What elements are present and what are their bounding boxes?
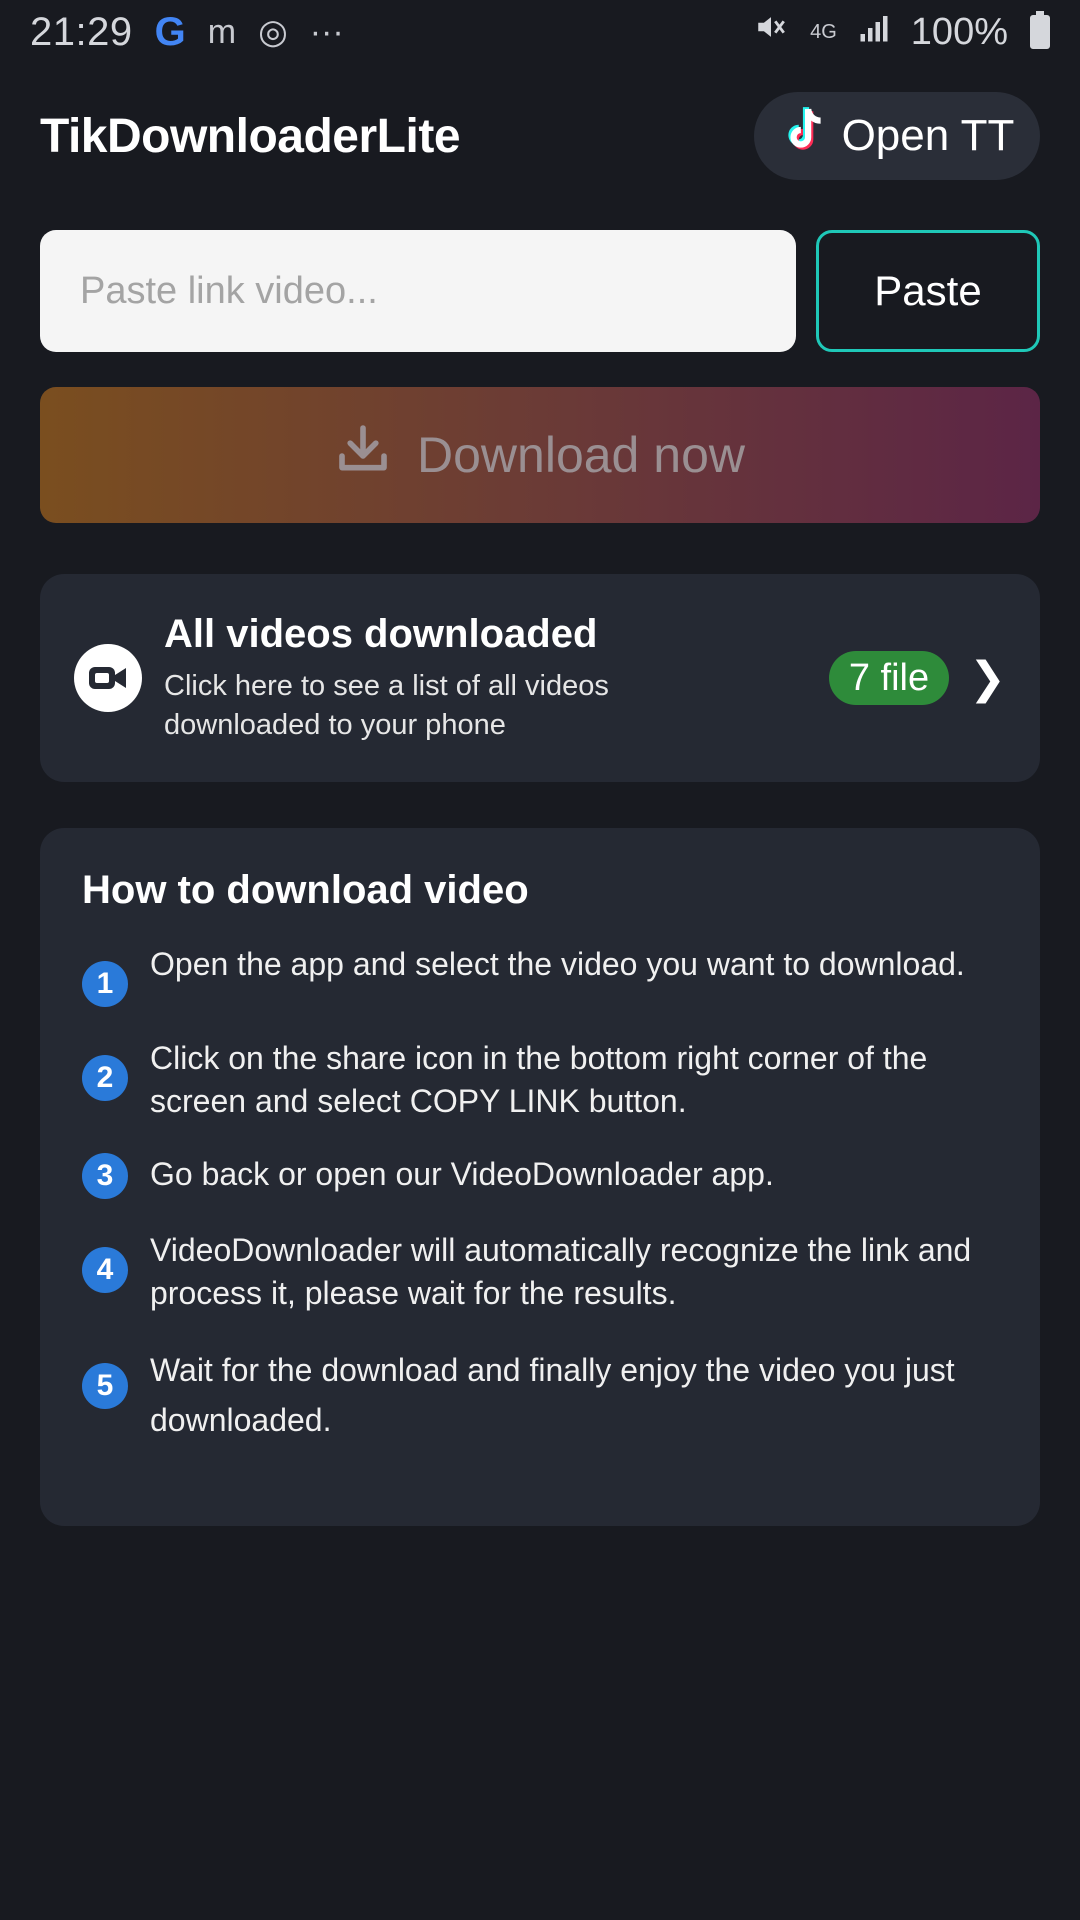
sync-icon: ◎ [258, 13, 288, 51]
tiktok-logo-icon [780, 105, 830, 168]
google-icon: G [154, 9, 186, 54]
all-videos-subtitle: Click here to see a list of all videos d… [164, 669, 609, 741]
all-videos-title: All videos downloaded [164, 611, 598, 656]
step-number-badge: 5 [82, 1363, 128, 1409]
step-number-badge: 4 [82, 1247, 128, 1293]
step-number-badge: 1 [82, 961, 128, 1007]
step-item: 1 Open the app and select the video you … [82, 943, 998, 1007]
link-input[interactable] [40, 230, 796, 352]
step-text: Wait for the download and finally enjoy … [150, 1352, 955, 1438]
status-left: 21:29 G m ◎ ··· [30, 10, 344, 55]
app-header: TikDownloaderLite Open TT [40, 92, 1040, 180]
messenger-icon: m [207, 12, 237, 51]
status-right: 4G 100% [754, 10, 1050, 54]
how-to-title: How to download video [82, 868, 529, 912]
download-now-label: Download now [417, 427, 745, 483]
open-tiktok-label: Open TT [841, 111, 1015, 160]
app-title: TikDownloaderLite [40, 109, 461, 163]
step-text: Go back or open our VideoDownloader app. [150, 1156, 774, 1192]
step-text: VideoDownloader will automatically recog… [150, 1232, 972, 1311]
chevron-right-icon: ❯ [969, 653, 1006, 703]
video-camera-icon [74, 644, 142, 712]
more-notifications-icon: ··· [309, 12, 344, 51]
all-videos-card[interactable]: All videos downloaded Click here to see … [40, 574, 1040, 782]
battery-percent: 100% [910, 10, 1008, 53]
network-type: 4G [810, 20, 837, 43]
step-item: 5 Wait for the download and finally enjo… [82, 1345, 998, 1445]
download-icon [335, 421, 391, 489]
file-count-badge: 7 file [828, 651, 950, 705]
open-tiktok-button[interactable]: Open TT [754, 92, 1040, 180]
step-item: 3 Go back or open our VideoDownloader ap… [82, 1153, 998, 1199]
status-time: 21:29 [30, 9, 133, 54]
battery-icon [1030, 11, 1050, 49]
status-bar: 21:29 G m ◎ ··· 4G 100% [0, 0, 1080, 64]
paste-button[interactable]: Paste [816, 230, 1040, 352]
step-item: 4 VideoDownloader will automatically rec… [82, 1229, 998, 1315]
step-text: Click on the share icon in the bottom ri… [150, 1040, 928, 1119]
signal-icon [859, 11, 889, 54]
step-number-badge: 3 [82, 1153, 128, 1199]
step-item: 2 Click on the share icon in the bottom … [82, 1037, 998, 1123]
link-input-row: Paste [40, 230, 1040, 352]
step-text: Open the app and select the video you wa… [150, 946, 965, 982]
step-number-badge: 2 [82, 1055, 128, 1101]
how-to-card: How to download video 1 Open the app and… [40, 828, 1040, 1526]
download-now-button[interactable]: Download now [40, 387, 1040, 523]
all-videos-text: All videos downloaded Click here to see … [164, 612, 829, 745]
mute-icon [754, 10, 788, 54]
